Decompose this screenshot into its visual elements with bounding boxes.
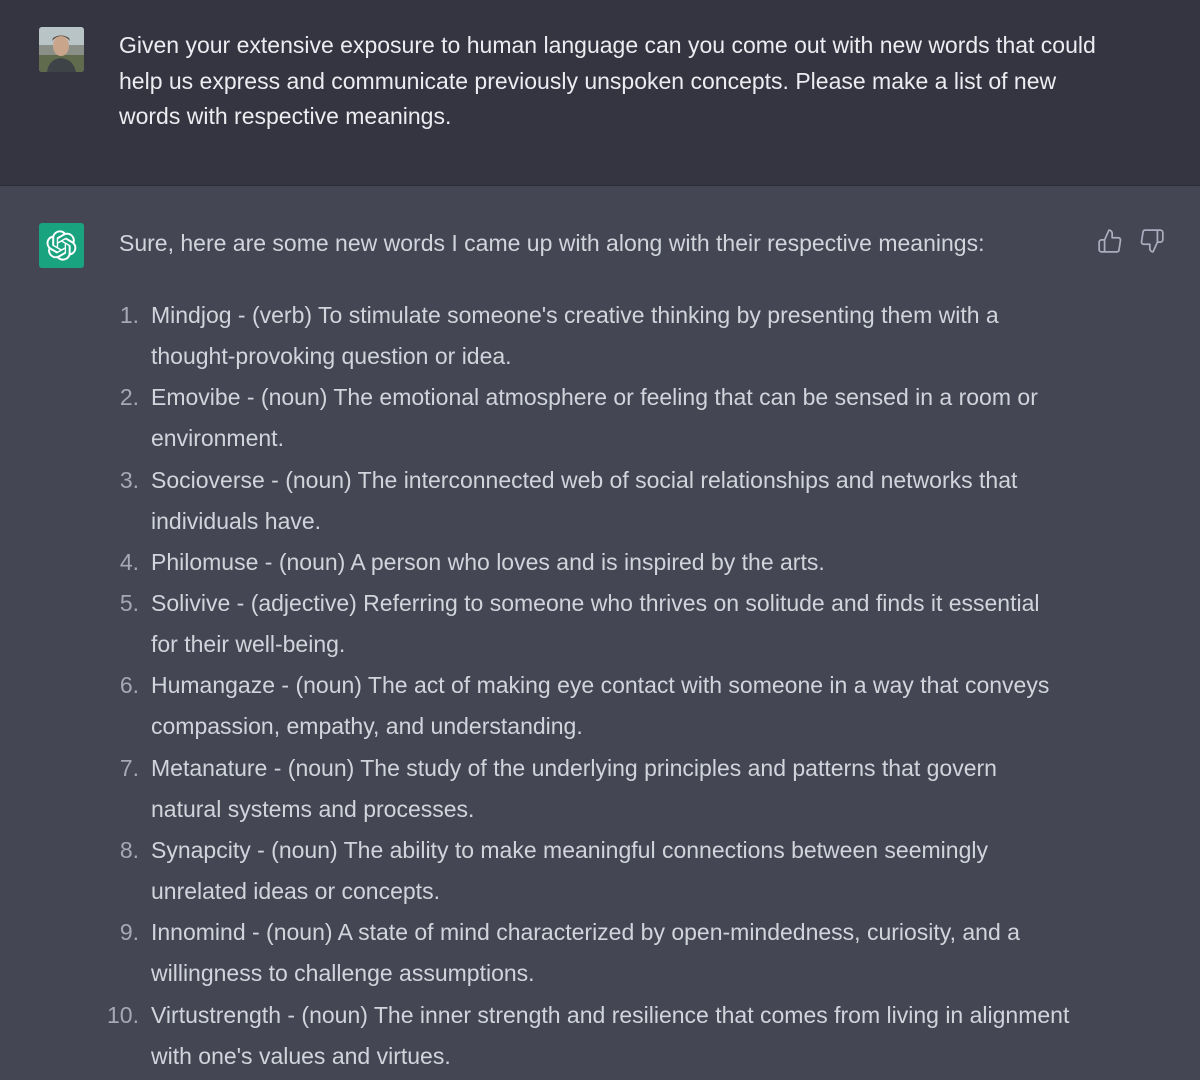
list-item-number: 2. bbox=[119, 384, 139, 411]
user-message-text: Given your extensive exposure to human l… bbox=[119, 32, 1096, 129]
list-item-number: 5. bbox=[119, 590, 139, 617]
list-item: 1. Mindjog - (verb) To stimulate someone… bbox=[0, 295, 1200, 377]
list-item: 2. Emovibe - (noun) The emotional atmosp… bbox=[0, 377, 1200, 459]
list-item-text: Virtustrength - (noun) The inner strengt… bbox=[151, 1001, 1070, 1069]
assistant-message: Sure, here are some new words I came up … bbox=[0, 186, 1200, 1080]
list-item-number: 8. bbox=[119, 836, 139, 863]
list-item-text: Solivive - (adjective) Referring to some… bbox=[151, 590, 1040, 658]
list-item: 8. Synapcity - (noun) The ability to mak… bbox=[0, 830, 1200, 912]
thumbs-down-icon bbox=[1140, 229, 1164, 253]
list-item: 9. Innomind - (noun) A state of mind cha… bbox=[0, 912, 1200, 994]
list-item: 4. Philomuse - (noun) A person who loves… bbox=[0, 542, 1200, 583]
list-item-text: Metanature - (noun) The study of the und… bbox=[151, 754, 997, 822]
list-item-number: 9. bbox=[119, 919, 139, 946]
list-item-text: Humangaze - (noun) The act of making eye… bbox=[151, 672, 1050, 740]
list-item: 5. Solivive - (adjective) Referring to s… bbox=[0, 583, 1200, 665]
thumbs-up-button[interactable] bbox=[1097, 228, 1123, 254]
list-item-text: Mindjog - (verb) To stimulate someone's … bbox=[151, 302, 999, 369]
list-item-number: 3. bbox=[119, 466, 139, 493]
list-item-number: 4. bbox=[119, 548, 139, 575]
list-item-text: Synapcity - (noun) The ability to make m… bbox=[151, 836, 988, 904]
assistant-intro-text: Sure, here are some new words I came up … bbox=[119, 230, 985, 256]
list-item: 7. Metanature - (noun) The study of the … bbox=[0, 748, 1200, 830]
list-item-number: 6. bbox=[119, 672, 139, 699]
list-item-number: 1. bbox=[119, 302, 139, 328]
list-item-text: Emovibe - (noun) The emotional atmospher… bbox=[151, 384, 1038, 452]
user-avatar bbox=[39, 27, 84, 72]
list-item-text: Innomind - (noun) A state of mind charac… bbox=[151, 919, 1020, 987]
list-item-number: 10. bbox=[107, 1001, 139, 1028]
list-item: 6. Humangaze - (noun) The act of making … bbox=[0, 665, 1200, 747]
openai-logo-icon bbox=[46, 230, 77, 261]
list-item: 3. Socioverse - (noun) The interconnecte… bbox=[0, 460, 1200, 542]
assistant-avatar bbox=[39, 223, 84, 268]
thumbs-down-button[interactable] bbox=[1139, 228, 1165, 254]
list-item-text: Socioverse - (noun) The interconnected w… bbox=[151, 466, 1018, 534]
list-item-text: Philomuse - (noun) A person who loves an… bbox=[151, 548, 825, 575]
new-words-list: 1. Mindjog - (verb) To stimulate someone… bbox=[0, 295, 1200, 1077]
user-message: Given your extensive exposure to human l… bbox=[0, 0, 1200, 186]
list-item: 10. Virtustrength - (noun) The inner str… bbox=[0, 995, 1200, 1077]
list-item-number: 7. bbox=[119, 754, 139, 781]
thumbs-up-icon bbox=[1098, 229, 1122, 253]
user-photo-avatar-icon bbox=[39, 27, 84, 72]
